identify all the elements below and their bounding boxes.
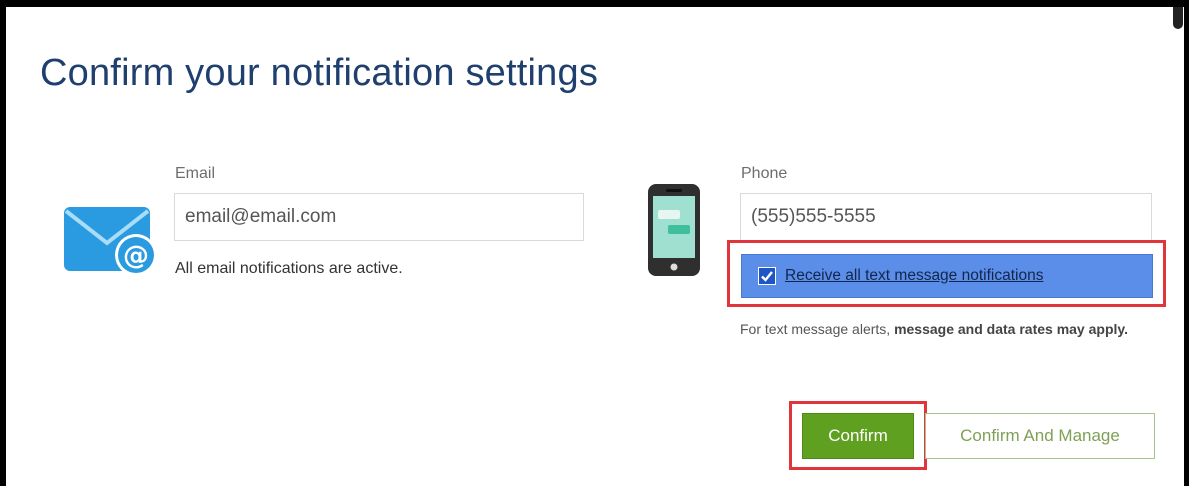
highlight-box-checkbox xyxy=(727,240,1166,307)
confirm-and-manage-button[interactable]: Confirm And Manage xyxy=(925,413,1155,459)
email-status-text: All email notifications are active. xyxy=(175,260,403,277)
sms-note-text: For text message alerts, xyxy=(740,321,895,337)
mobile-phone-icon xyxy=(648,184,700,276)
email-field[interactable] xyxy=(174,193,584,241)
phone-label: Phone xyxy=(741,165,788,182)
window-corner xyxy=(1173,7,1183,29)
sms-note-bold-text: message and data rates may apply. xyxy=(894,321,1129,337)
email-label: Email xyxy=(175,165,216,182)
sms-rates-note: For text message alerts, message and dat… xyxy=(740,318,1160,340)
svg-text:@: @ xyxy=(123,241,149,271)
email-at-icon: @ xyxy=(64,207,157,276)
highlight-box-confirm xyxy=(789,401,927,470)
page-title: Confirm your notification settings xyxy=(40,52,599,94)
phone-field[interactable] xyxy=(740,193,1152,241)
